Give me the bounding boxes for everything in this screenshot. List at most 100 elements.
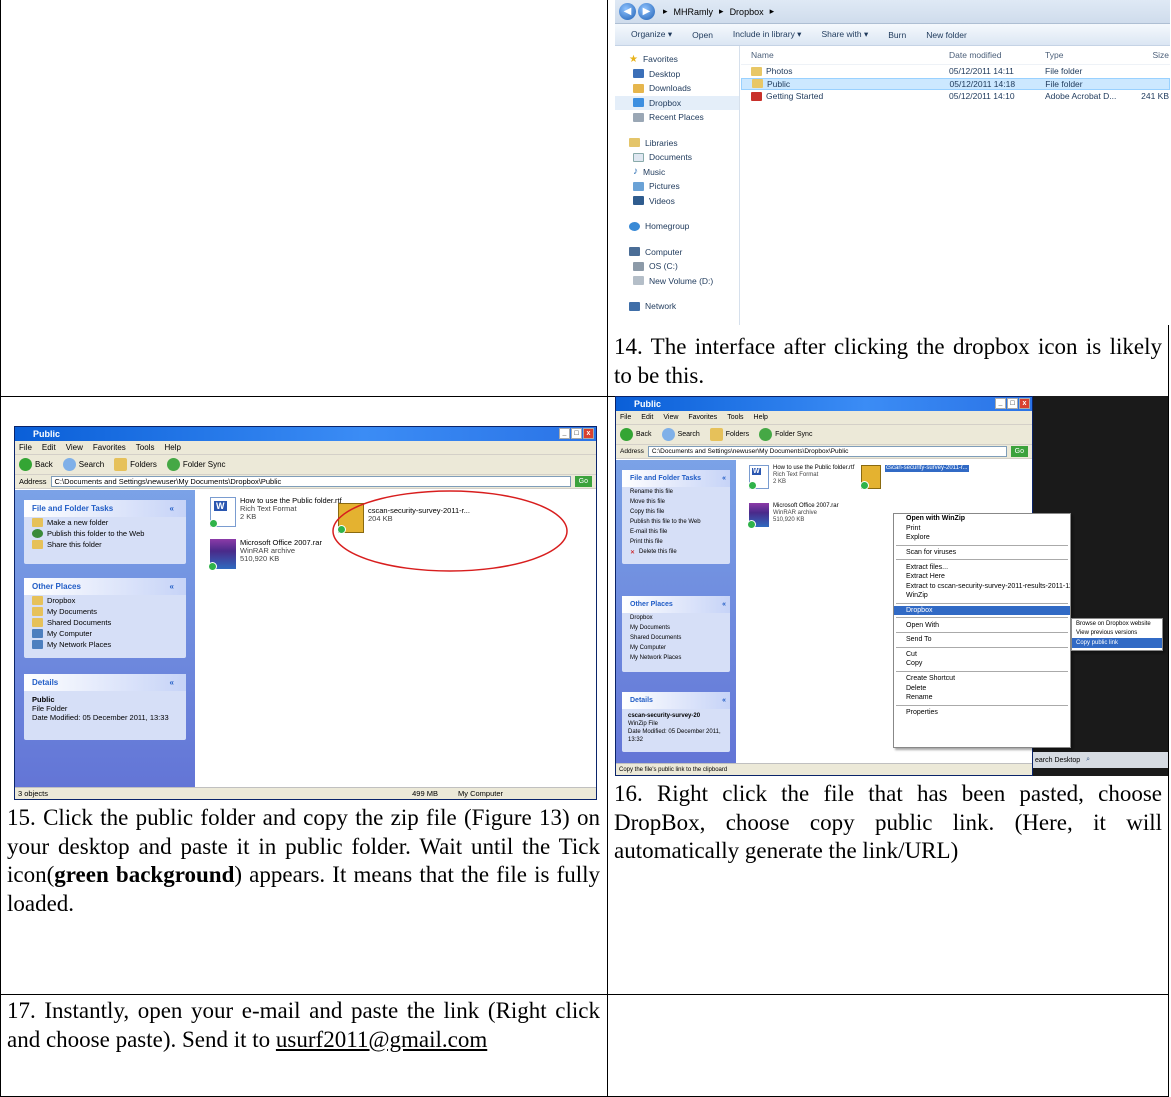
desktop-search-box[interactable]: earch Desktop ⌕ — [1033, 752, 1168, 768]
nav-libraries[interactable]: Libraries — [615, 136, 739, 151]
place-item[interactable]: My Network Places — [622, 653, 730, 663]
file-item-zip-selected[interactable]: cscan-security-survey-2011-r... — [860, 465, 969, 490]
panel-header[interactable]: Details « — [24, 674, 186, 691]
maximize-button[interactable]: □ — [571, 428, 582, 439]
menu-tools[interactable]: Tools — [136, 443, 155, 452]
address-field[interactable]: C:\Documents and Settings\newuser\My Doc… — [50, 476, 571, 487]
file-row-photos[interactable]: Photos 05/12/2011 14:11 File folder — [741, 65, 1170, 78]
burn-button[interactable]: Burn — [888, 30, 906, 40]
task-item[interactable]: Move this file — [622, 497, 730, 507]
nav-documents[interactable]: Documents — [615, 150, 739, 165]
menu-edit[interactable]: Edit — [641, 414, 653, 421]
maximize-button[interactable]: □ — [1007, 398, 1018, 409]
search-button[interactable]: Search — [661, 428, 700, 441]
task-item[interactable]: E-mail this file — [622, 527, 730, 537]
place-item[interactable]: My Documents — [622, 623, 730, 633]
place-item[interactable]: My Computer — [622, 643, 730, 653]
task-item[interactable]: Share this folder — [24, 539, 186, 550]
menu-favorites[interactable]: Favorites — [93, 443, 126, 452]
nav-favorites[interactable]: ★ Favorites — [615, 52, 739, 67]
search-button[interactable]: Search — [62, 458, 104, 471]
forward-arrow-icon[interactable]: ▶ — [638, 3, 655, 20]
file-item-rtf[interactable]: W How to use the Public folder.rtf Rich T… — [209, 497, 342, 528]
menu-view[interactable]: View — [66, 443, 83, 452]
panel-header[interactable]: File and Folder Tasks « — [622, 470, 730, 487]
go-button[interactable]: Go — [1010, 446, 1028, 457]
menu-item-explore[interactable]: Explore — [894, 533, 1070, 543]
task-item[interactable]: Publish this folder to the Web — [24, 528, 186, 539]
submenu-browse-on-dropbox[interactable]: Browse on Dropbox website — [1072, 619, 1162, 629]
address-bar[interactable]: ◀ ▶ ▸ MHRamly ▸ Dropbox ▸ — [615, 0, 1170, 24]
open-button[interactable]: Open — [692, 30, 713, 40]
task-item[interactable]: Copy this file — [622, 507, 730, 517]
menu-view[interactable]: View — [663, 414, 678, 421]
task-item[interactable]: Rename this file — [622, 487, 730, 497]
menu-item-extract-here[interactable]: Extract Here — [894, 572, 1070, 582]
menu-item-extract-files[interactable]: Extract files... — [894, 562, 1070, 572]
nav-music[interactable]: ♪ Music — [615, 165, 739, 180]
back-arrow-icon[interactable]: ◀ — [619, 3, 636, 20]
column-date[interactable]: Date modified — [949, 50, 1045, 60]
task-item[interactable]: ✕ Delete this file — [622, 547, 730, 557]
email-link[interactable]: usurf2011@gmail.com — [276, 1027, 487, 1052]
file-row-public[interactable]: Public 05/12/2011 14:18 File folder — [741, 77, 1170, 90]
menu-item-extract-to[interactable]: Extract to cscan-security-survey-2011-re… — [894, 582, 1070, 592]
address-field[interactable]: C:\Documents and Settings\newuser\My Doc… — [647, 446, 1007, 457]
menu-item-properties[interactable]: Properties — [894, 708, 1070, 718]
go-button[interactable]: Go — [574, 476, 592, 487]
minimize-button[interactable]: _ — [995, 398, 1006, 409]
new-folder-button[interactable]: New folder — [926, 30, 967, 40]
menu-favorites[interactable]: Favorites — [688, 414, 717, 421]
menu-item-open-with-winzip[interactable]: Open with WinZip — [894, 514, 1070, 524]
nav-homegroup[interactable]: Homegroup — [615, 219, 739, 234]
back-button[interactable]: Back — [19, 458, 53, 471]
column-type[interactable]: Type — [1045, 50, 1119, 60]
nav-computer[interactable]: Computer — [615, 245, 739, 260]
back-button[interactable]: Back — [620, 428, 652, 441]
submenu-view-previous-versions[interactable]: View previous versions — [1072, 629, 1162, 639]
share-with-button[interactable]: Share with ▾ — [821, 29, 868, 40]
breadcrumb[interactable]: ▸ MHRamly ▸ Dropbox ▸ — [663, 6, 774, 17]
nav-desktop[interactable]: Desktop — [615, 67, 739, 82]
nav-os-drive[interactable]: OS (C:) — [615, 259, 739, 274]
menu-item-dropbox[interactable]: Dropbox — [894, 605, 1070, 616]
file-item-rtf[interactable]: W How to use the Public folder.rtf Rich T… — [748, 465, 854, 490]
nav-dropbox[interactable]: Dropbox — [615, 95, 739, 110]
task-item[interactable]: Publish this file to the Web — [622, 517, 730, 527]
nav-pictures[interactable]: Pictures — [615, 179, 739, 194]
menu-help[interactable]: Help — [164, 443, 180, 452]
panel-header[interactable]: Details « — [622, 692, 730, 709]
menu-item-cut[interactable]: Cut — [894, 650, 1070, 660]
folder-sync-button[interactable]: Folder Sync — [759, 428, 812, 441]
menu-item-create-shortcut[interactable]: Create Shortcut — [894, 674, 1070, 684]
file-item-rar[interactable]: Microsoft Office 2007.rar WinRAR archive 5… — [208, 539, 322, 571]
menu-item-copy[interactable]: Copy — [894, 659, 1070, 669]
panel-header[interactable]: File and Folder Tasks « — [24, 500, 186, 517]
file-item-rar[interactable]: Microsoft Office 2007.rar WinRAR archive 5… — [747, 503, 839, 529]
place-item[interactable]: Shared Documents — [622, 633, 730, 643]
menu-file[interactable]: File — [19, 443, 32, 452]
nav-videos[interactable]: Videos — [615, 194, 739, 209]
menu-item-rename[interactable]: Rename — [894, 693, 1070, 703]
breadcrumb-item[interactable]: Dropbox — [730, 7, 764, 17]
folders-button[interactable]: Folders — [709, 428, 749, 441]
minimize-button[interactable]: _ — [559, 428, 570, 439]
menu-edit[interactable]: Edit — [42, 443, 56, 452]
organize-button[interactable]: Organize ▾ — [631, 29, 672, 40]
task-item[interactable]: Print this file — [622, 537, 730, 547]
nav-recent-places[interactable]: Recent Places — [615, 110, 739, 125]
column-name[interactable]: Name — [741, 50, 949, 60]
submenu-copy-public-link[interactable]: Copy public link — [1072, 638, 1162, 648]
panel-header[interactable]: Other Places « — [24, 578, 186, 595]
place-item[interactable]: My Computer — [24, 628, 186, 639]
menu-item-winzip[interactable]: WinZip — [894, 591, 1070, 601]
task-item[interactable]: Make a new folder — [24, 517, 186, 528]
nav-downloads[interactable]: Downloads — [615, 81, 739, 96]
menu-help[interactable]: Help — [754, 414, 768, 421]
menu-file[interactable]: File — [620, 414, 631, 421]
menu-item-print[interactable]: Print — [894, 524, 1070, 534]
menu-item-open-with[interactable]: Open With — [894, 620, 1070, 630]
panel-header[interactable]: Other Places « — [622, 596, 730, 613]
file-row-getting-started[interactable]: Getting Started 05/12/2011 14:10 Adobe A… — [741, 90, 1170, 103]
place-item[interactable]: Shared Documents — [24, 617, 186, 628]
